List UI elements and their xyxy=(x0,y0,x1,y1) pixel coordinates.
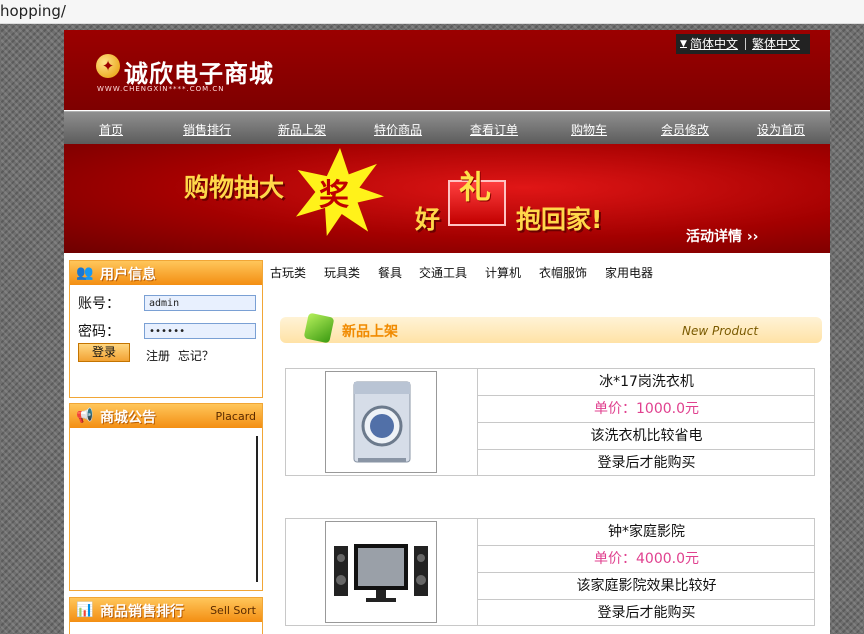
new-products-title: 新品上架 xyxy=(342,324,398,340)
banner-star-text: 奖 xyxy=(319,178,349,213)
product-login-note: 登录后才能购买 xyxy=(597,455,696,471)
lang-simplified-link[interactable]: 简体中文 xyxy=(690,34,738,54)
nav-orders[interactable]: 查看订单 xyxy=(470,121,518,138)
product-name[interactable]: 钟*家庭影院 xyxy=(478,519,815,546)
triangle-down-icon: ▼ xyxy=(680,39,687,49)
home-theater-icon xyxy=(334,544,428,602)
product-info: 钟*家庭影院 单价：4000.0元 该家庭影院效果比较好 登录后才能购买 xyxy=(477,519,815,625)
promo-banner[interactable]: 购物抽大 奖 好 礼 抱回家! 活动详情 ›› xyxy=(64,144,830,253)
category-link[interactable]: 家用电器 xyxy=(605,264,653,281)
login-button[interactable]: 登录 xyxy=(78,343,130,362)
site-header: ✦ 诚欣电子商城 WWW.CHENGXIN****.COM.CN ▼ 简体中文 … xyxy=(64,30,830,110)
account-input[interactable]: admin xyxy=(144,295,256,311)
product-description: 该洗衣机比较省电 xyxy=(478,423,815,450)
product-login-note: 登录后才能购买 xyxy=(597,605,696,621)
nav-sales-rank[interactable]: 销售排行 xyxy=(183,121,231,138)
sales-rank-title-bar: 📊 商品销售排行 Sell Sort xyxy=(70,598,262,622)
notice-content-area[interactable] xyxy=(74,436,258,582)
shop-page: ✦ 诚欣电子商城 WWW.CHENGXIN****.COM.CN ▼ 简体中文 … xyxy=(64,30,830,634)
banner-details-link[interactable]: 活动详情 ›› xyxy=(686,226,758,246)
banner-text-2b: 抱回家! xyxy=(516,205,603,234)
sales-rank-title-en: Sell Sort xyxy=(210,604,256,617)
product-card: 冰*17岗洗衣机 单价：1000.0元 该洗衣机比较省电 登录后才能购买 xyxy=(285,368,815,476)
bar-chart-icon: 📊 xyxy=(76,602,94,618)
logo-text: 诚欣电子商城 xyxy=(124,60,274,88)
product-info: 冰*17岗洗衣机 单价：1000.0元 该洗衣机比较省电 登录后才能购买 xyxy=(477,369,815,475)
notice-title-en: Placard xyxy=(215,410,256,423)
sales-rank-title: 商品销售排行 xyxy=(100,604,184,620)
category-link[interactable]: 玩具类 xyxy=(324,264,360,281)
language-switcher: ▼ 简体中文 繁体中文 xyxy=(676,34,810,54)
category-link[interactable]: 古玩类 xyxy=(270,264,306,281)
dice-icon xyxy=(303,312,335,344)
product-price: 单价：4000.0元 xyxy=(478,546,815,573)
register-link[interactable]: 注册 xyxy=(146,349,170,363)
nav-member-edit[interactable]: 会员修改 xyxy=(661,121,709,138)
nav-home[interactable]: 首页 xyxy=(99,121,123,138)
sales-rank-panel: 📊 商品销售排行 Sell Sort xyxy=(69,597,263,634)
logo-subtitle: WWW.CHENGXIN****.COM.CN xyxy=(97,85,225,93)
user-info-title-bar: 👥 用户信息 xyxy=(70,261,262,285)
product-name[interactable]: 冰*17岗洗衣机 xyxy=(478,369,815,396)
nav-cart[interactable]: 购物车 xyxy=(571,121,607,138)
logo-icon: ✦ xyxy=(96,54,120,78)
product-price: 单价：1000.0元 xyxy=(478,396,815,423)
category-link[interactable]: 餐具 xyxy=(378,264,402,281)
notice-title-bar: 📢 商城公告 Placard xyxy=(70,404,262,428)
forgot-password-link[interactable]: 忘记？ xyxy=(178,349,214,363)
main-nav: 首页 销售排行 新品上架 特价商品 查看订单 购物车 会员修改 设为首页 xyxy=(64,111,830,144)
category-link[interactable]: 衣帽服饰 xyxy=(539,264,587,281)
url-text: hopping/ xyxy=(0,2,66,20)
lang-traditional-link[interactable]: 繁体中文 xyxy=(752,34,800,54)
nav-set-homepage[interactable]: 设为首页 xyxy=(757,121,805,138)
notice-panel: 📢 商城公告 Placard xyxy=(69,403,263,591)
user-info-panel: 👥 用户信息 账号： admin 密码： •••••• 登录 注册 忘记？ xyxy=(69,260,263,398)
notice-title: 商城公告 xyxy=(100,410,156,426)
account-label: 账号： xyxy=(78,296,120,312)
product-description: 该家庭影院效果比较好 xyxy=(478,573,815,600)
banner-text-1: 购物抽大 xyxy=(184,173,285,202)
washing-machine-image[interactable] xyxy=(325,371,437,473)
category-link[interactable]: 计算机 xyxy=(485,264,521,281)
product-card: 钟*家庭影院 单价：4000.0元 该家庭影院效果比较好 登录后才能购买 xyxy=(285,518,815,626)
users-icon: 👥 xyxy=(76,265,94,281)
banner-gift-word: 礼 xyxy=(459,168,492,206)
home-theater-image[interactable] xyxy=(325,521,437,623)
new-products-title-en: New Product xyxy=(682,324,759,338)
category-link[interactable]: 交通工具 xyxy=(419,264,467,281)
browser-url-bar[interactable]: hopping/ xyxy=(0,0,864,24)
password-input[interactable]: •••••• xyxy=(144,323,256,339)
account-links: 注册 忘记？ xyxy=(146,347,218,364)
password-label: 密码： xyxy=(78,324,120,340)
banner-text-2a: 好 xyxy=(415,205,441,234)
washing-machine-icon xyxy=(353,381,411,463)
nav-new-products[interactable]: 新品上架 xyxy=(278,121,326,138)
megaphone-icon: 📢 xyxy=(76,408,94,424)
lang-divider xyxy=(745,38,746,50)
user-info-title: 用户信息 xyxy=(100,267,156,283)
nav-specials[interactable]: 特价商品 xyxy=(374,121,422,138)
new-products-header: 新品上架 New Product xyxy=(280,312,822,344)
